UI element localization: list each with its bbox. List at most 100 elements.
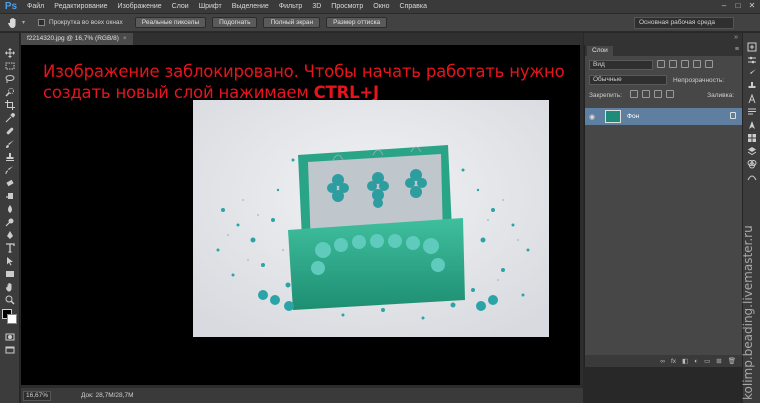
paths-panel-icon[interactable]: [745, 171, 759, 182]
brush-panel-icon[interactable]: [745, 67, 759, 78]
blur-tool-icon[interactable]: [3, 203, 17, 214]
scroll-all-windows-checkbox[interactable]: [38, 19, 45, 26]
quick-mask-icon[interactable]: [3, 331, 17, 342]
lock-all-icon[interactable]: [665, 90, 674, 98]
document-tab-bar: f2214320.jpg @ 16,7% (RGB/8) ×: [21, 33, 583, 45]
screen-mode-icon[interactable]: [3, 344, 17, 355]
lock-position-icon[interactable]: [653, 90, 662, 98]
panel-menu-icon[interactable]: ≡: [735, 46, 739, 53]
layer-kind-filter-label: Вид: [593, 61, 605, 68]
type-tool-icon[interactable]: [3, 242, 17, 253]
move-tool-icon[interactable]: [3, 47, 17, 58]
character-panel-icon[interactable]: [745, 93, 759, 104]
channels-panel-icon[interactable]: [745, 158, 759, 169]
delete-layer-icon[interactable]: 🗑: [728, 357, 736, 365]
swatches-panel-icon[interactable]: [745, 132, 759, 143]
navigator-panel-icon[interactable]: [745, 119, 759, 130]
smart-object-filter-icon[interactable]: [705, 60, 713, 68]
menu-file[interactable]: Файл: [22, 0, 49, 14]
menu-help[interactable]: Справка: [395, 0, 432, 14]
menu-window[interactable]: Окно: [368, 0, 394, 14]
close-button[interactable]: ✕: [746, 1, 758, 11]
marquee-tool-icon[interactable]: [3, 60, 17, 71]
adjustment-filter-icon[interactable]: [669, 60, 677, 68]
canvas-area[interactable]: Изображение заблокировано. Чтобы начать …: [21, 45, 583, 385]
fit-screen-button[interactable]: Подогнать: [212, 17, 258, 28]
pixel-filter-icon[interactable]: [657, 60, 665, 68]
history-brush-tool-icon[interactable]: [3, 164, 17, 175]
document-photo: [193, 100, 549, 337]
zoom-level-field[interactable]: 16,67%: [23, 390, 51, 401]
clone-source-panel-icon[interactable]: [745, 80, 759, 91]
lock-transparent-icon[interactable]: [629, 90, 638, 98]
layer-thumbnail: [605, 110, 621, 123]
background-color-swatch[interactable]: [6, 314, 17, 324]
layer-filter-row: Вид: [589, 59, 738, 71]
opacity-label: Непрозрачность:: [673, 76, 725, 84]
hand-tool-sidebar-icon[interactable]: [3, 281, 17, 292]
new-group-icon[interactable]: ▭: [704, 357, 710, 365]
rectangle-tool-icon[interactable]: [3, 268, 17, 279]
eraser-tool-icon[interactable]: [3, 177, 17, 188]
actual-pixels-button[interactable]: Реальные пикселы: [134, 17, 207, 28]
fill-screen-button[interactable]: Полный экран: [263, 17, 321, 28]
tab-layers[interactable]: Слои: [587, 46, 613, 56]
lock-label: Закрепить:: [589, 91, 622, 99]
gradient-tool-icon[interactable]: [3, 190, 17, 201]
dodge-tool-icon[interactable]: [3, 216, 17, 227]
paragraph-panel-icon[interactable]: [745, 106, 759, 117]
lasso-tool-icon[interactable]: [3, 73, 17, 84]
healing-brush-tool-icon[interactable]: [3, 125, 17, 136]
layer-row-background[interactable]: ◉ Фон: [585, 108, 742, 125]
jewelry-photo-illustration: [193, 100, 549, 337]
crop-tool-icon[interactable]: [3, 99, 17, 110]
close-tab-icon[interactable]: ×: [123, 35, 127, 42]
instruction-overlay: Изображение заблокировано. Чтобы начать …: [43, 61, 565, 103]
tools-panel: [0, 33, 20, 403]
adjustment-layer-icon[interactable]: ◐: [694, 358, 698, 365]
menu-filter[interactable]: Фильтр: [274, 0, 308, 14]
lock-image-icon[interactable]: [641, 90, 650, 98]
color-swatches[interactable]: [1, 309, 18, 325]
new-layer-icon[interactable]: ⊞: [716, 357, 721, 365]
vertical-scrollbar[interactable]: [580, 45, 583, 385]
eyedropper-tool-icon[interactable]: [3, 112, 17, 123]
pen-tool-icon[interactable]: [3, 229, 17, 240]
print-size-button[interactable]: Размер оттиска: [326, 17, 388, 28]
menu-type[interactable]: Шрифт: [194, 0, 227, 14]
menu-edit[interactable]: Редактирование: [49, 0, 112, 14]
add-mask-icon[interactable]: ◧: [682, 357, 688, 365]
type-filter-icon[interactable]: [681, 60, 689, 68]
history-panel-icon[interactable]: [745, 41, 759, 52]
menu-view[interactable]: Просмотр: [326, 0, 368, 14]
document-tab[interactable]: f2214320.jpg @ 16,7% (RGB/8) ×: [21, 33, 133, 45]
filter-icons: [653, 60, 713, 70]
quick-selection-tool-icon[interactable]: [3, 86, 17, 97]
maximize-button[interactable]: □: [732, 1, 744, 11]
zoom-tool-icon[interactable]: [3, 294, 17, 305]
menu-3d[interactable]: 3D: [307, 0, 326, 14]
collapse-panels-icon[interactable]: »: [734, 34, 738, 41]
shape-filter-icon[interactable]: [693, 60, 701, 68]
properties-panel-icon[interactable]: [745, 54, 759, 65]
link-layers-icon[interactable]: ∞: [660, 358, 665, 365]
tool-preset-dropdown-icon[interactable]: ▾: [22, 19, 30, 26]
layer-name: Фон: [627, 113, 640, 120]
document-size-info[interactable]: Док: 28,7M/28,7M: [81, 392, 133, 399]
menu-select[interactable]: Выделение: [227, 0, 274, 14]
layers-comp-panel-icon[interactable]: [745, 145, 759, 156]
hand-tool-icon[interactable]: [4, 16, 22, 30]
blend-mode-select[interactable]: Обычные: [589, 75, 667, 85]
scroll-all-windows-label: Прокрутка во всех окнах: [49, 19, 123, 26]
clone-stamp-tool-icon[interactable]: [3, 151, 17, 162]
menu-image[interactable]: Изображение: [113, 0, 167, 14]
brush-tool-icon[interactable]: [3, 138, 17, 149]
minimize-button[interactable]: –: [718, 1, 730, 11]
layer-style-icon[interactable]: fx: [671, 358, 676, 365]
menu-layers[interactable]: Слои: [167, 0, 194, 14]
visibility-eye-icon[interactable]: ◉: [589, 113, 599, 121]
fill-label: Заливка:: [707, 91, 734, 99]
layer-kind-filter[interactable]: Вид: [589, 60, 653, 70]
path-selection-tool-icon[interactable]: [3, 255, 17, 266]
workspace-select[interactable]: Основная рабочая среда: [634, 17, 734, 29]
